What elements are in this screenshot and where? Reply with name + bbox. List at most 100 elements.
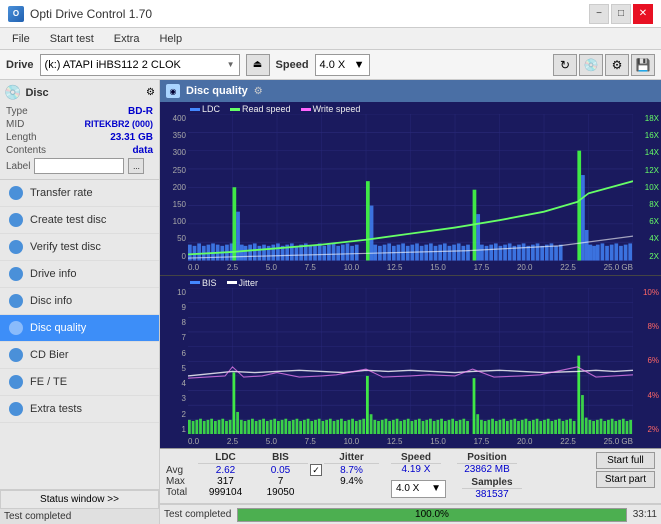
menu-extra[interactable]: Extra: [106, 31, 148, 47]
save-button[interactable]: 💾: [631, 54, 655, 76]
maximize-button[interactable]: □: [611, 4, 631, 24]
cd-bier-icon: [8, 347, 24, 363]
title-bar-left: O Opti Drive Control 1.70: [8, 6, 152, 22]
menu-file[interactable]: File: [4, 31, 38, 47]
speed-position-section: Speed 4.19 X Position 23862 MB 4.0 X: [391, 452, 522, 500]
create-test-disc-icon: [8, 212, 24, 228]
speed-dropdown[interactable]: 4.0 X ▼: [315, 54, 370, 76]
speed-col-value: 4.19 X: [402, 464, 431, 475]
nav-extra-tests[interactable]: Extra tests: [0, 396, 159, 423]
label-input[interactable]: [34, 158, 124, 174]
nav-fe-te-label: FE / TE: [30, 376, 67, 388]
nav-create-test-disc-label: Create test disc: [30, 214, 106, 226]
chart-legend-top: LDC Read speed Write speed: [190, 104, 360, 114]
disc-contents-row: Contents data: [4, 144, 155, 157]
legend-ldc: LDC: [190, 104, 220, 114]
close-button[interactable]: ✕: [633, 4, 653, 24]
total-label: Total: [166, 487, 198, 498]
drive-dropdown[interactable]: (k:) ATAPI iHBS112 2 CLOK ▼: [40, 54, 240, 76]
bis-legend-label: BIS: [202, 278, 217, 288]
nav-transfer-rate[interactable]: Transfer rate: [0, 180, 159, 207]
y-axis-left-bottom: 10 9 8 7 6 5 4 3 2 1: [160, 288, 188, 435]
samples-col-header: Samples: [462, 477, 522, 489]
x-axis-top: 0.0 2.5 5.0 7.5 10.0 12.5 15.0 17.5 20.0…: [188, 261, 633, 275]
disc-section: 💿 Disc ⚙ Type BD-R MID RITEKBR2 (000) Le…: [0, 80, 159, 180]
bottom-chart-svg: [188, 288, 633, 435]
jitter-checkbox[interactable]: ✓: [308, 464, 324, 476]
title-bar: O Opti Drive Control 1.70 − □ ✕: [0, 0, 661, 28]
app-icon: O: [8, 6, 24, 22]
y-axis-right-bottom: 10% 8% 6% 4% 2%: [633, 288, 661, 435]
max-ldc: 317: [198, 476, 253, 487]
disc-label-row: Label ...: [4, 157, 155, 175]
nav-disc-quality[interactable]: Disc quality: [0, 315, 159, 342]
nav-transfer-rate-label: Transfer rate: [30, 187, 93, 199]
speed-col: Speed 4.19 X: [391, 452, 441, 475]
nav-fe-te[interactable]: FE / TE: [0, 369, 159, 396]
nav-verify-test-disc[interactable]: Verify test disc: [0, 234, 159, 261]
speed-dropdown-stats[interactable]: 4.0 X ▼: [391, 480, 446, 498]
drive-info-icon: [8, 266, 24, 282]
max-row: Max 317 7 9.4%: [166, 476, 379, 487]
total-ldc: 999104: [198, 487, 253, 498]
verify-test-disc-icon: [8, 239, 24, 255]
mid-label: MID: [6, 119, 24, 130]
status-window-button[interactable]: Status window >>: [0, 490, 159, 509]
speed-dropdown-container: 4.0 X ▼: [391, 477, 446, 500]
jitter-header: Jitter: [324, 452, 379, 464]
bis-legend-dot: [190, 281, 200, 284]
nav-create-test-disc[interactable]: Create test disc: [0, 207, 159, 234]
title-bar-controls: − □ ✕: [589, 4, 653, 24]
label-browse-button[interactable]: ...: [128, 158, 144, 174]
refresh-button[interactable]: ↻: [553, 54, 577, 76]
disc-settings-icon[interactable]: ⚙: [146, 87, 155, 98]
nav-extra-tests-label: Extra tests: [30, 403, 82, 415]
disc-header-left: 💿 Disc: [4, 84, 49, 101]
read-legend-dot: [230, 108, 240, 111]
drive-label: Drive: [6, 59, 34, 71]
nav-disc-info[interactable]: Disc info: [0, 288, 159, 315]
speed-dropdown-arrow: ▼: [354, 59, 365, 71]
start-part-button[interactable]: Start part: [596, 471, 655, 488]
start-full-button[interactable]: Start full: [596, 452, 655, 469]
nav-cd-bier[interactable]: CD Bier: [0, 342, 159, 369]
write-legend-dot: [301, 108, 311, 111]
legend-jitter: Jitter: [227, 278, 259, 288]
status-text: Test completed: [0, 509, 159, 524]
menu-start-test[interactable]: Start test: [42, 31, 102, 47]
nav-disc-quality-label: Disc quality: [30, 322, 86, 334]
minimize-button[interactable]: −: [589, 4, 609, 24]
eject-button[interactable]: ⏏: [246, 54, 270, 76]
disc-quality-settings-icon[interactable]: ⚙: [254, 86, 263, 97]
avg-ldc: 2.62: [198, 465, 253, 476]
position-col-header: Position: [457, 452, 517, 464]
legend-bis: BIS: [190, 278, 217, 288]
avg-jitter: 8.7%: [324, 465, 379, 476]
jitter-legend-label: Jitter: [239, 278, 259, 288]
drive-toolbar: Drive (k:) ATAPI iHBS112 2 CLOK ▼ ⏏ Spee…: [0, 50, 661, 80]
stats-header-row: LDC BIS Jitter Avg 2.62 0.05 ✓ 8.7%: [160, 449, 661, 504]
progress-percentage: 100.0%: [415, 509, 449, 520]
disc-button[interactable]: 💿: [579, 54, 603, 76]
menu-help[interactable]: Help: [151, 31, 190, 47]
max-label: Max: [166, 476, 198, 487]
position-col: Position 23862 MB: [457, 452, 517, 475]
title-bar-text: Opti Drive Control 1.70: [30, 7, 152, 21]
disc-quality-title: Disc quality: [186, 85, 248, 97]
top-chart-svg: [188, 114, 633, 261]
samples-col: Samples 381537: [462, 477, 522, 500]
ldc-legend-dot: [190, 108, 200, 111]
nav-drive-info[interactable]: Drive info: [0, 261, 159, 288]
write-legend-label: Write speed: [313, 104, 361, 114]
disc-type-row: Type BD-R: [4, 105, 155, 118]
settings-button[interactable]: ⚙: [605, 54, 629, 76]
elapsed-time: 33:11: [633, 509, 657, 520]
contents-label: Contents: [6, 145, 46, 156]
nav-items: Transfer rate Create test disc Verify te…: [0, 180, 159, 489]
x-axis-bottom: 0.0 2.5 5.0 7.5 10.0 12.5 15.0 17.5 20.0…: [188, 434, 633, 448]
drive-value: (k:) ATAPI iHBS112 2 CLOK: [45, 59, 181, 71]
disc-info-icon: [8, 293, 24, 309]
stats-table: LDC BIS Jitter Avg 2.62 0.05 ✓ 8.7%: [166, 452, 379, 498]
status-bar: Status window >> Test completed: [0, 489, 159, 524]
toolbar-icons: ↻ 💿 ⚙ 💾: [553, 54, 655, 76]
